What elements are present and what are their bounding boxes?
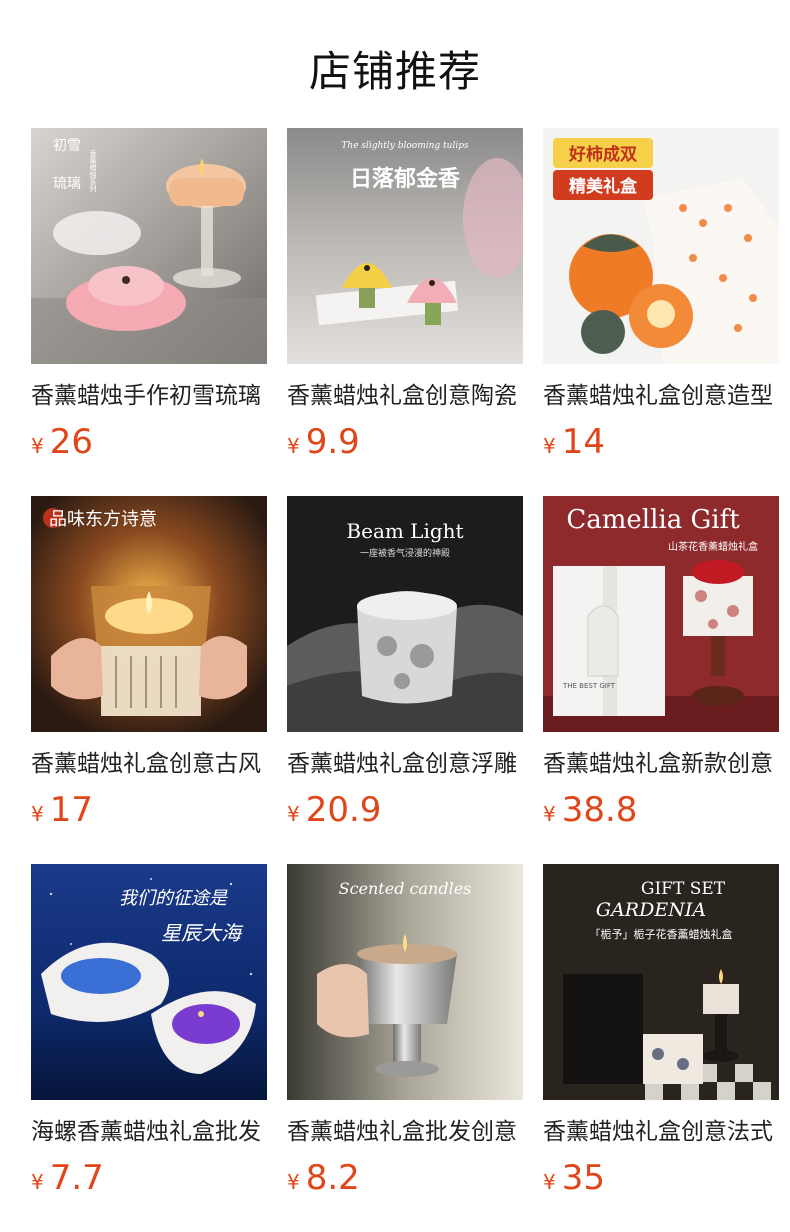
currency-symbol: ¥ [31,434,44,458]
currency-symbol: ¥ [287,434,300,458]
product-name[interactable]: 香薰蜡烛手作初雪琉璃 [31,380,267,412]
product-card[interactable]: 初雪 琉璃 香薰蜡烛系列 香薰蜡烛手作初雪琉璃 ¥26 [31,128,267,496]
product-card[interactable]: Scented candles 香薰蜡烛礼盒批发创意 ¥8.2 [287,864,523,1232]
price-value: 9.9 [305,422,360,462]
image-text-line: 「栀予」栀子花香薰蜡烛礼盒 [590,927,733,941]
section-title: 店铺推荐 [308,47,481,96]
image-text-line: The slightly blooming tulips [341,141,469,151]
image-text-line: 山茶花香薰蜡烛礼盒 [668,540,758,553]
product-card[interactable]: 我们的征途是 星辰大海 海螺香薰蜡烛礼盒批发 ¥7.7 [31,864,267,1232]
image-text-line: Scented candles [339,879,472,898]
product-card[interactable]: Camellia Gift 山茶花香薰蜡烛礼盒 THE BEST GIFT 香薰… [543,496,779,864]
store-recommendations-page: 店铺推荐 初雪 琉璃 香薰蜡烛系列 香薰蜡烛手作初雪琉璃 ¥ 26 The sl… [0,0,790,1232]
image-text-line: 日落郁金香 [350,166,460,192]
currency-symbol: ¥ [543,1170,556,1194]
price-value: 20.9 [305,790,382,830]
price-value: 35 [561,1158,605,1198]
product-image[interactable]: Camellia Gift 山茶花香薰蜡烛礼盒 THE BEST GIFT [543,496,779,732]
product-card[interactable]: Beam Light 一座被香气浸漫的神殿 香薰蜡烛礼盒创意浮雕 ¥20.9 [287,496,523,864]
product-image[interactable]: GIFT SET GARDENIA 「栀予」栀子花香薰蜡烛礼盒 [543,864,779,1100]
product-price: ¥17 [31,790,267,830]
currency-symbol: ¥ [287,802,300,826]
image-text-line: GARDENIA [596,899,706,921]
product-image[interactable]: The slightly blooming tulips 日落郁金香 [287,128,523,364]
product-name[interactable]: 香薰蜡烛礼盒创意浮雕 [287,748,523,780]
image-text-line: THE BEST GIFT [562,682,616,690]
product-price: ¥20.9 [287,790,523,830]
product-price: ¥7.7 [31,1158,267,1198]
product-price: ¥35 [543,1158,779,1198]
image-text-line: 好柿成双 [568,144,637,165]
currency-symbol: ¥ [31,802,44,826]
image-text-line: 初雪 [53,137,81,154]
product-card[interactable]: 品味东方诗意 香薰蜡烛礼盒创意古风 ¥17 [31,496,267,864]
product-name[interactable]: 香薰蜡烛礼盒创意陶瓷 [287,380,523,412]
image-text-line: 精美礼盒 [569,176,638,197]
product-name[interactable]: 香薰蜡烛礼盒批发创意 [287,1116,523,1148]
product-image[interactable]: 我们的征途是 星辰大海 [31,864,267,1100]
image-text-line: 品味东方诗意 [49,509,157,530]
product-name[interactable]: 香薰蜡烛礼盒创意法式 [543,1116,779,1148]
price-value: 26 [49,422,93,462]
product-grid: 初雪 琉璃 香薰蜡烛系列 香薰蜡烛手作初雪琉璃 ¥26 The slightly… [31,128,779,1232]
price-value: 14 [561,422,605,462]
product-image[interactable]: Scented candles [287,864,523,1100]
image-text-line: GIFT SET [641,879,726,899]
image-text-line: 一座被香气浸漫的神殿 [360,547,450,559]
product-price: ¥14 [543,422,779,462]
price-value: 8.2 [305,1158,360,1198]
product-price: ¥38.8 [543,790,779,830]
product-card[interactable]: 好柿成双 精美礼盒 香薰蜡烛礼盒创意造型 ¥14 [543,128,779,496]
product-image[interactable]: 初雪 琉璃 香薰蜡烛系列 [31,128,267,364]
product-card[interactable]: GIFT SET GARDENIA 「栀予」栀子花香薰蜡烛礼盒 香薰蜡烛礼盒创意… [543,864,779,1232]
image-text-line: Beam Light [346,519,463,543]
product-price: ¥26 [31,422,267,462]
product-image[interactable]: 品味东方诗意 [31,496,267,732]
product-name[interactable]: 香薰蜡烛礼盒创意古风 [31,748,267,780]
price-value: 17 [49,790,93,830]
product-name[interactable]: 香薰蜡烛礼盒创意造型 [543,380,779,412]
image-text-line: 我们的征途是 [119,888,228,909]
image-text-line: 香薰蜡烛系列 [89,149,97,193]
image-text-line: Camellia Gift [566,505,740,535]
currency-symbol: ¥ [287,1170,300,1194]
currency-symbol: ¥ [543,802,556,826]
product-image[interactable]: Beam Light 一座被香气浸漫的神殿 [287,496,523,732]
product-card[interactable]: The slightly blooming tulips 日落郁金香 香薰蜡烛礼… [287,128,523,496]
price-value: 7.7 [49,1158,104,1198]
product-name[interactable]: 海螺香薰蜡烛礼盒批发 [31,1116,267,1148]
currency-symbol: ¥ [543,434,556,458]
product-name[interactable]: 香薰蜡烛礼盒新款创意 [543,748,779,780]
product-price: ¥8.2 [287,1158,523,1198]
product-image[interactable]: 好柿成双 精美礼盒 [543,128,779,364]
image-text-line: 琉璃 [53,175,81,192]
product-price: ¥9.9 [287,422,523,462]
image-text-line: 星辰大海 [161,921,244,945]
currency-symbol: ¥ [31,1170,44,1194]
price-value: 38.8 [561,790,638,830]
